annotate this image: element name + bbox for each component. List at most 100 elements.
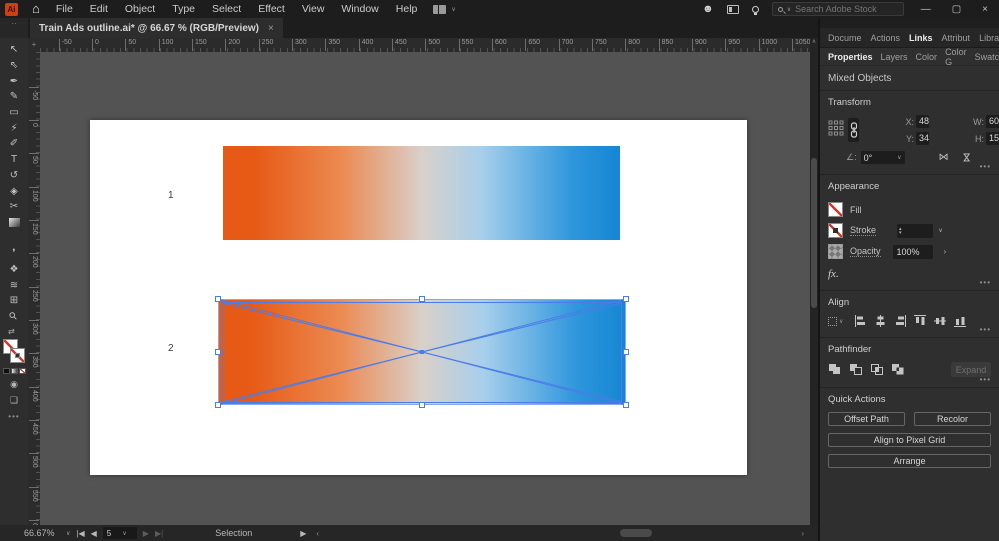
scroll-up-icon[interactable]: ∧ <box>810 38 818 45</box>
tab-color[interactable]: Color <box>916 52 938 62</box>
workspace-switcher[interactable]: ∨ <box>433 4 461 14</box>
menu-item[interactable]: Object <box>125 3 155 15</box>
minimize-button[interactable]: — <box>917 4 935 15</box>
arrange-documents-icon[interactable] <box>726 4 739 14</box>
tab-actions[interactable]: Actions <box>871 33 901 43</box>
eyedropper-tool[interactable]: ❜ <box>2 246 26 262</box>
stroke-label[interactable]: Stroke <box>850 225 877 236</box>
symbol-sprayer-tool[interactable]: ≋ <box>2 277 26 293</box>
selection-tool[interactable]: ↖ <box>2 42 26 58</box>
gradient-tool[interactable] <box>2 230 26 246</box>
opacity-input[interactable]: 100% <box>892 244 933 259</box>
arrange-button[interactable]: Arrange <box>828 454 991 468</box>
last-artboard-icon[interactable]: ▶| <box>155 529 163 538</box>
menu-item[interactable]: Help <box>396 3 418 15</box>
align-top-button[interactable] <box>914 315 927 327</box>
artboard-number-field[interactable]: 5 ∨ <box>102 527 137 539</box>
stroke-swatch-none[interactable] <box>10 348 25 364</box>
gradient-rectangle-1[interactable] <box>223 146 620 240</box>
y-input[interactable]: 343.3106 px <box>916 132 929 145</box>
tab-libraries[interactable]: Libraries <box>979 33 999 43</box>
menu-item[interactable]: Type <box>172 3 195 15</box>
rectangle-tool[interactable]: ▭ <box>2 105 26 121</box>
menu-item[interactable]: Select <box>212 3 241 15</box>
pathfinder-unite-button[interactable] <box>828 363 842 376</box>
scroll-right-icon[interactable]: › <box>801 529 804 538</box>
recolor-button[interactable]: Recolor <box>914 412 991 426</box>
tab-swatches[interactable]: Swatche <box>975 52 999 62</box>
paintbrush-tool[interactable]: ✐ <box>2 136 26 152</box>
vertical-scrollbar[interactable]: ∧ <box>810 38 818 525</box>
none-mode-icon[interactable] <box>18 368 26 375</box>
align-left-button[interactable] <box>854 315 867 327</box>
scroll-left-icon[interactable]: ‹ <box>316 529 319 538</box>
horizontal-ruler[interactable]: -50 0 50 100 150 200 250 300 350 400 450 500 550 600 6… <box>40 38 811 52</box>
tab-document-info[interactable]: Docume <box>828 33 862 43</box>
artboard[interactable]: 1 2 <box>90 120 747 475</box>
tab-layers[interactable]: Layers <box>881 52 908 62</box>
next-artboard-icon[interactable]: ▶ <box>143 529 149 538</box>
more-options-icon[interactable]: ••• <box>980 325 991 334</box>
pathfinder-exclude-button[interactable] <box>891 363 905 376</box>
horizontal-scroll-thumb[interactable] <box>620 529 653 537</box>
search-input[interactable] <box>795 4 886 14</box>
tab-properties[interactable]: Properties <box>828 52 873 62</box>
color-mode-icon[interactable] <box>2 368 10 375</box>
offset-path-button[interactable]: Offset Path <box>828 412 905 426</box>
center-anchor-point[interactable] <box>420 350 424 354</box>
gradient-mode-icon[interactable] <box>10 368 18 375</box>
stroke-color-swatch[interactable] <box>828 223 843 238</box>
home-icon[interactable]: ⌂ <box>32 0 40 18</box>
stepper-down-icon[interactable]: ▾ <box>899 230 902 235</box>
zoom-tool[interactable]: ⚲ <box>2 309 26 325</box>
rotate-tool[interactable]: ↺ <box>2 168 26 184</box>
align-bottom-button[interactable] <box>954 315 967 327</box>
close-button[interactable]: × <box>978 4 992 15</box>
x-input[interactable]: 488.9054 px <box>916 115 929 128</box>
shape-builder-tool[interactable]: ❏ <box>2 215 26 231</box>
swap-fill-stroke-icon[interactable]: ⇄ <box>8 327 15 336</box>
direct-selection-tool[interactable]: ⇖ <box>2 58 26 74</box>
tab-close-icon[interactable]: × <box>268 23 274 34</box>
opacity-swatch[interactable] <box>828 244 843 259</box>
stroke-weight-stepper[interactable]: ▴ ▾ <box>897 223 934 238</box>
width-input[interactable]: 600.1457 px <box>986 115 999 128</box>
more-options-icon[interactable]: ••• <box>980 375 991 384</box>
edit-toolbar-icon[interactable]: ••• <box>8 412 19 421</box>
scissors-tool[interactable]: ✂ <box>2 199 26 215</box>
ruler-origin-corner[interactable]: + <box>28 38 40 52</box>
fill-color-swatch[interactable] <box>828 202 843 217</box>
curvature-tool[interactable]: ✎ <box>2 89 26 105</box>
pasteboard[interactable]: 1 2 <box>40 52 810 525</box>
more-options-icon[interactable]: ••• <box>980 278 991 287</box>
status-flyout-icon[interactable]: ▶ <box>300 529 306 538</box>
tab-links[interactable]: Links <box>909 33 933 43</box>
opacity-arrow-icon[interactable]: › <box>944 247 947 256</box>
fill-stroke-indicator[interactable] <box>2 338 26 365</box>
tab-attributes[interactable]: Attribut <box>942 33 971 43</box>
eraser-tool[interactable]: ◈ <box>2 183 26 199</box>
document-tab[interactable]: Train Ads outline.ai* @ 66.67 % (RGB/Pre… <box>30 18 283 38</box>
menu-item[interactable]: View <box>302 3 325 15</box>
align-right-button[interactable] <box>894 315 907 327</box>
more-options-icon[interactable]: ••• <box>980 162 991 171</box>
align-center-vertical-button[interactable] <box>934 315 947 327</box>
restore-button[interactable]: ▢ <box>948 4 965 15</box>
type-tool[interactable]: T <box>2 152 26 168</box>
constrain-proportions-icon[interactable] <box>848 118 859 142</box>
height-input[interactable]: 156.0269 px <box>986 132 999 145</box>
pen-tool[interactable]: ✒ <box>2 73 26 89</box>
stock-search[interactable]: ∨ <box>771 2 904 16</box>
effects-fx-button[interactable]: fx. <box>828 268 991 280</box>
vertical-ruler[interactable]: -50050100150200250300350400450500550600 <box>28 52 40 535</box>
pathfinder-intersect-button[interactable] <box>870 363 884 376</box>
vertical-scroll-thumb[interactable] <box>811 158 817 308</box>
pathfinder-minus-front-button[interactable] <box>849 363 863 376</box>
chevron-down-icon[interactable]: ∨ <box>66 530 70 537</box>
tab-color-guide[interactable]: Color G <box>945 47 967 67</box>
align-to-pixel-grid-button[interactable]: Align to Pixel Grid <box>828 433 991 447</box>
stroke-weight-dropdown-icon[interactable]: ∨ <box>933 224 948 238</box>
align-center-horizontal-button[interactable] <box>874 315 887 327</box>
zoom-level[interactable]: 66.67% <box>24 528 64 538</box>
discover-lightbulb-icon[interactable] <box>751 5 759 15</box>
